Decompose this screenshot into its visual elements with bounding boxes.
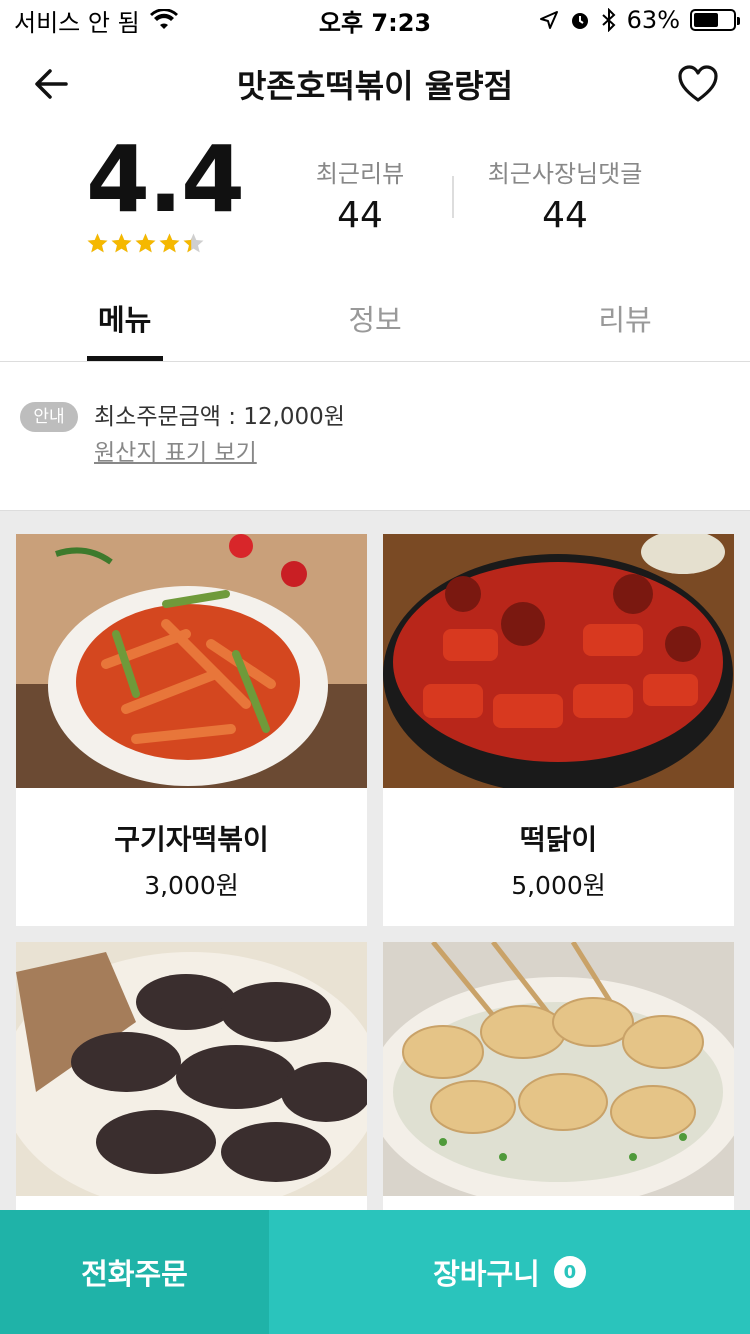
- tab-menu[interactable]: 메뉴: [0, 278, 250, 361]
- status-bar: 서비스 안 됨 오후 7:23 63%: [0, 0, 750, 40]
- menu-image: [16, 534, 367, 788]
- carrier-text: 서비스 안 됨: [14, 8, 140, 37]
- notice-badge: 안내: [20, 402, 78, 432]
- stat-label: 최근사장님댓글: [487, 160, 643, 188]
- rating-score: 4.4: [86, 126, 245, 233]
- alarm-icon: [571, 13, 588, 29]
- tab-label: 메뉴: [98, 303, 152, 337]
- star-icon: [159, 233, 180, 253]
- page-title: 맛존호떡볶이 율량점: [236, 67, 514, 105]
- cart-count-badge: 0: [553, 1256, 586, 1288]
- menu-image: [383, 534, 734, 788]
- header: 맛존호떡볶이 율량점: [0, 40, 750, 128]
- phone-order-label: 전화주문: [81, 1257, 188, 1291]
- battery-level: [694, 13, 718, 27]
- menu-price: 5,000원: [511, 871, 606, 900]
- star-rating: [86, 232, 205, 255]
- fishcake-soup-image: [383, 942, 734, 1196]
- tteokdak-pan-image: [383, 534, 734, 788]
- tab-label: 리뷰: [598, 303, 652, 337]
- menu-image: [16, 942, 367, 1196]
- stat-label: 최근리뷰: [315, 160, 405, 188]
- min-order-text: 최소주문금액 : 12,000원: [94, 404, 345, 430]
- bluetooth-icon: [601, 8, 616, 32]
- star-icon: [183, 233, 204, 253]
- menu-card[interactable]: 구기자떡볶이 3,000원: [16, 534, 367, 926]
- back-arrow-icon[interactable]: [30, 62, 74, 106]
- star-icon: [87, 233, 108, 253]
- phone-order-button[interactable]: 전화주문: [0, 1210, 269, 1334]
- divider: [452, 176, 454, 218]
- status-left: 서비스 안 됨: [14, 3, 178, 38]
- notice-section: 안내 최소주문금액 : 12,000원 원산지 표기 보기: [0, 362, 750, 510]
- tab-review[interactable]: 리뷰: [500, 278, 750, 361]
- menu-card[interactable]: 떡닭이 5,000원: [383, 534, 734, 926]
- stat-owner-replies: 최근사장님댓글 44: [470, 154, 660, 236]
- stat-value: 44: [542, 195, 588, 236]
- rating-summary: 4.4 최근리뷰 44 최근사장님댓글 44: [0, 128, 750, 268]
- menu-name: 구기자떡볶이: [114, 823, 269, 856]
- battery-percent: 63%: [626, 6, 680, 34]
- cart-label: 장바구니: [433, 1257, 540, 1291]
- location-arrow-icon: [539, 11, 558, 29]
- cart-button[interactable]: 장바구니 0: [269, 1210, 750, 1334]
- tab-bar: 메뉴 정보 리뷰: [0, 278, 750, 362]
- battery-icon: [690, 9, 740, 31]
- menu-image: [383, 942, 734, 1196]
- stat-value: 44: [337, 195, 383, 236]
- wifi-icon: [149, 9, 178, 29]
- tab-active-indicator: [87, 356, 163, 361]
- menu-price: 3,000원: [144, 871, 239, 900]
- star-icon: [111, 233, 132, 253]
- status-right: 63%: [539, 6, 740, 34]
- heart-icon[interactable]: [676, 62, 720, 106]
- star-icon: [135, 233, 156, 253]
- sundae-plate-image: [16, 942, 367, 1196]
- origin-label-link[interactable]: 원산지 표기 보기: [94, 438, 257, 468]
- tab-info[interactable]: 정보: [250, 278, 500, 361]
- tteokbokki-plate-image: [16, 534, 367, 788]
- stat-recent-reviews: 최근리뷰 44: [300, 154, 420, 236]
- bottom-action-bar: 전화주문 장바구니 0: [0, 1210, 750, 1334]
- menu-name: 떡닭이: [519, 823, 598, 856]
- tab-label: 정보: [348, 303, 402, 337]
